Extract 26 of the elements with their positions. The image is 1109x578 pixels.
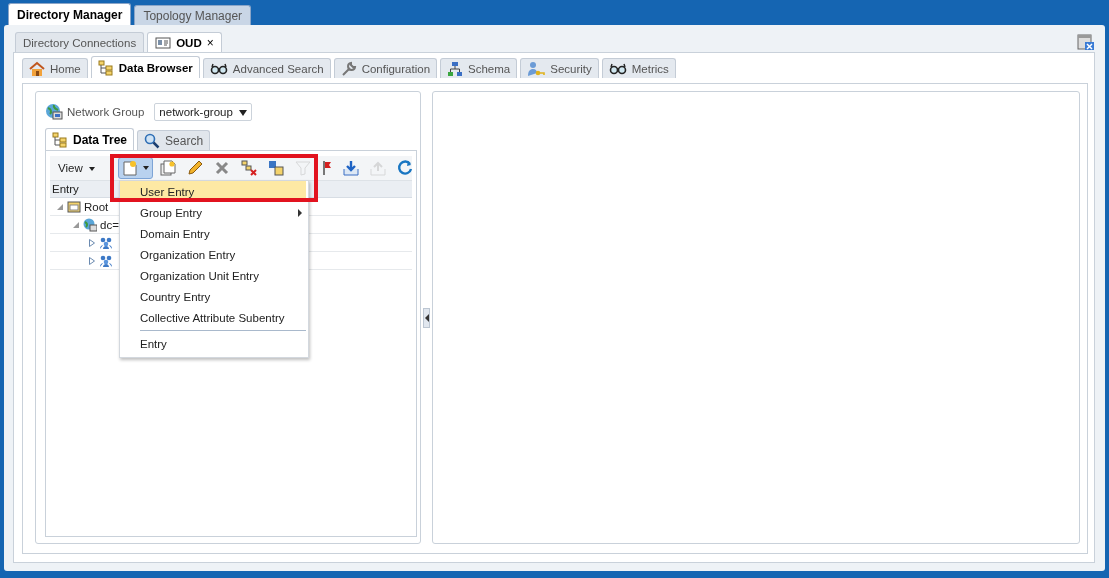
section-tab[interactable]: Schema xyxy=(440,58,518,78)
connection-tab[interactable]: Directory Connections xyxy=(15,32,145,52)
field-label: Network Group xyxy=(67,106,145,118)
section-tab[interactable]: Home xyxy=(22,58,88,78)
menu-item[interactable]: Organization Entry xyxy=(120,244,308,265)
app-tab[interactable]: Directory Manager xyxy=(8,3,132,25)
menu-item[interactable]: Collective Attribute Subentry xyxy=(120,307,308,328)
menu-item[interactable]: Entry xyxy=(120,333,308,354)
close-icon[interactable]: × xyxy=(206,35,214,50)
tree-node-label: dc= xyxy=(100,218,120,231)
view-menu-button[interactable]: View xyxy=(56,162,105,174)
menu-item[interactable]: Organization Unit Entry xyxy=(120,265,308,286)
network-group-select[interactable]: network-group xyxy=(154,103,253,121)
section-tab[interactable]: Security xyxy=(520,58,599,78)
browser-tab[interactable]: Data Tree xyxy=(45,128,135,150)
connection-tab[interactable]: OUD × xyxy=(147,32,222,52)
section-tab[interactable]: Data Browser xyxy=(90,56,200,78)
app-tab[interactable]: Topology Manager xyxy=(134,5,252,25)
section-tab[interactable]: Metrics xyxy=(601,58,676,78)
tree-node-label: Root xyxy=(84,200,110,213)
menu-item[interactable]: Group Entry xyxy=(120,202,308,223)
browser-tab[interactable]: Search xyxy=(137,130,211,150)
menu-item[interactable]: Country Entry xyxy=(120,286,308,307)
menu-item[interactable]: Domain Entry xyxy=(120,223,308,244)
section-tab[interactable]: Advanced Search xyxy=(202,58,331,78)
section-tab[interactable]: Configuration xyxy=(333,58,438,78)
